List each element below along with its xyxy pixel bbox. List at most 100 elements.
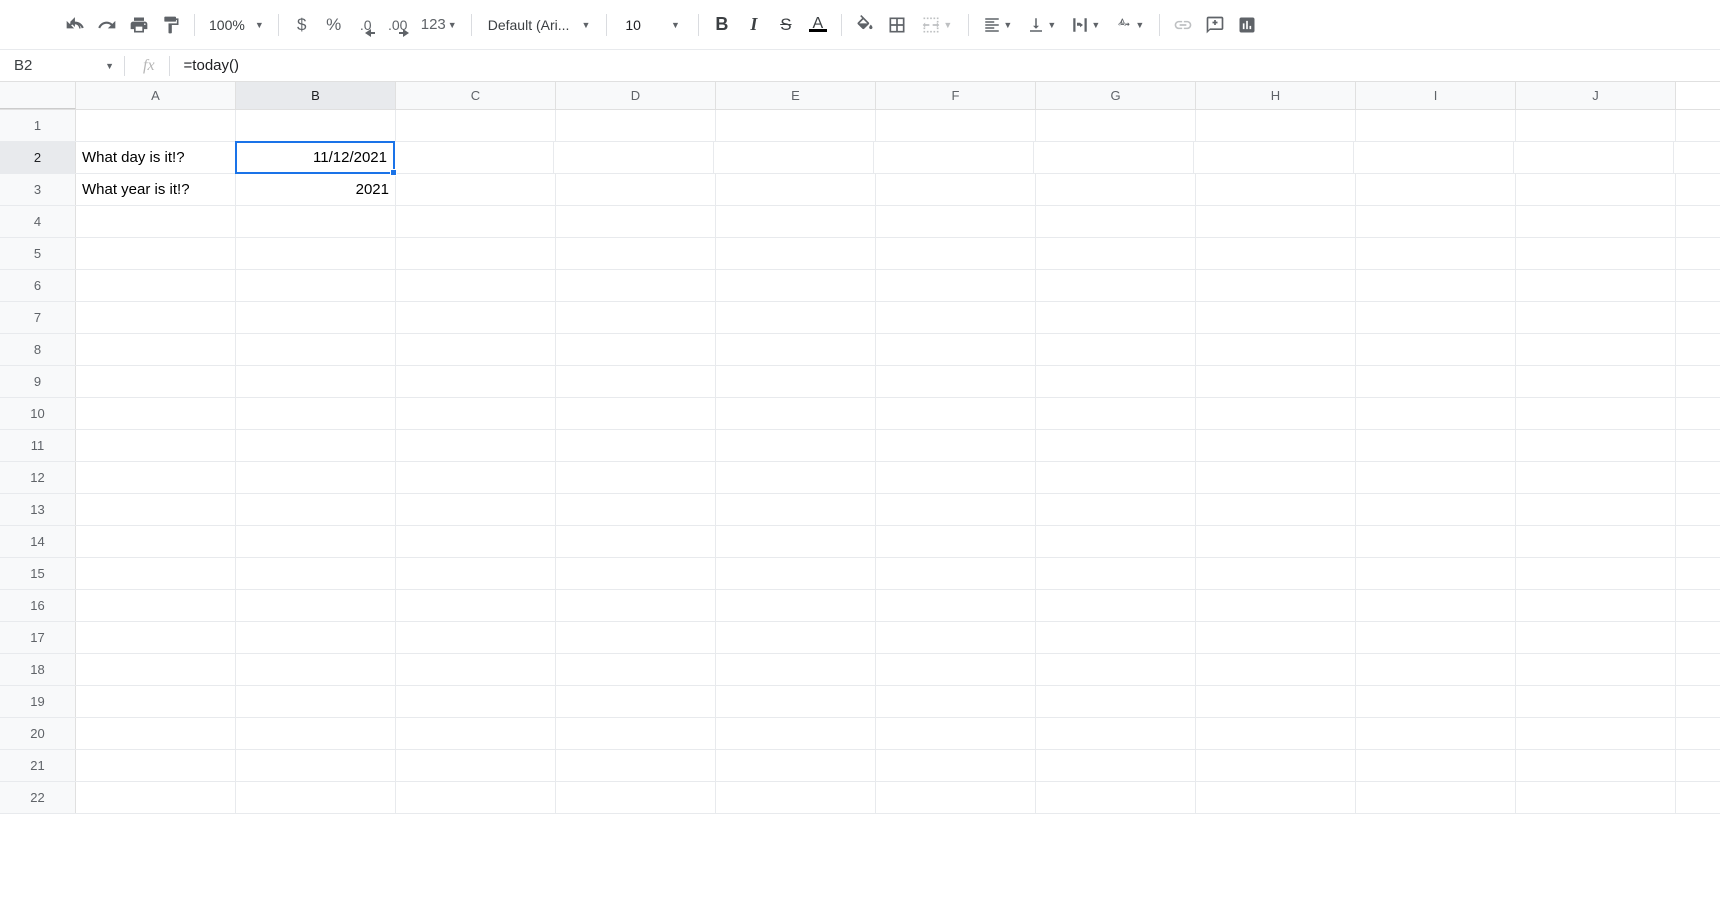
- cell-J5[interactable]: [1516, 238, 1676, 269]
- column-header-C[interactable]: C: [396, 82, 556, 109]
- cell-B2[interactable]: 11/12/2021: [235, 141, 395, 174]
- cell-I14[interactable]: [1356, 526, 1516, 557]
- cell-C16[interactable]: [396, 590, 556, 621]
- cell-B7[interactable]: [236, 302, 396, 333]
- cell-G19[interactable]: [1036, 686, 1196, 717]
- cell-F10[interactable]: [876, 398, 1036, 429]
- cell-A12[interactable]: [76, 462, 236, 493]
- cell-G10[interactable]: [1036, 398, 1196, 429]
- cell-G15[interactable]: [1036, 558, 1196, 589]
- cell-E20[interactable]: [716, 718, 876, 749]
- cell-E3[interactable]: [716, 174, 876, 205]
- cell-G2[interactable]: [1034, 142, 1194, 173]
- cell-D13[interactable]: [556, 494, 716, 525]
- cell-J4[interactable]: [1516, 206, 1676, 237]
- cell-E21[interactable]: [716, 750, 876, 781]
- cell-J15[interactable]: [1516, 558, 1676, 589]
- cell-C3[interactable]: [396, 174, 556, 205]
- cell-J2[interactable]: [1514, 142, 1674, 173]
- cell-G20[interactable]: [1036, 718, 1196, 749]
- cell-B3[interactable]: 2021: [236, 174, 396, 205]
- cell-J12[interactable]: [1516, 462, 1676, 493]
- cell-F13[interactable]: [876, 494, 1036, 525]
- cell-E4[interactable]: [716, 206, 876, 237]
- row-header-15[interactable]: 15: [0, 558, 76, 589]
- cell-I1[interactable]: [1356, 110, 1516, 141]
- cell-A10[interactable]: [76, 398, 236, 429]
- cell-A16[interactable]: [76, 590, 236, 621]
- decrease-decimal-button[interactable]: .0: [351, 10, 381, 40]
- cell-E12[interactable]: [716, 462, 876, 493]
- cell-D22[interactable]: [556, 782, 716, 813]
- row-header-9[interactable]: 9: [0, 366, 76, 397]
- cell-G18[interactable]: [1036, 654, 1196, 685]
- cell-H5[interactable]: [1196, 238, 1356, 269]
- cell-D11[interactable]: [556, 430, 716, 461]
- cell-H7[interactable]: [1196, 302, 1356, 333]
- insert-chart-button[interactable]: [1232, 10, 1262, 40]
- cell-B10[interactable]: [236, 398, 396, 429]
- cell-I17[interactable]: [1356, 622, 1516, 653]
- row-header-2[interactable]: 2: [0, 142, 76, 173]
- cell-C1[interactable]: [396, 110, 556, 141]
- cell-B1[interactable]: [236, 110, 396, 141]
- cell-G21[interactable]: [1036, 750, 1196, 781]
- column-header-I[interactable]: I: [1356, 82, 1516, 109]
- cell-J11[interactable]: [1516, 430, 1676, 461]
- cell-D3[interactable]: [556, 174, 716, 205]
- cell-G3[interactable]: [1036, 174, 1196, 205]
- cell-I10[interactable]: [1356, 398, 1516, 429]
- cell-E13[interactable]: [716, 494, 876, 525]
- more-formats-button[interactable]: 123 ▼: [415, 10, 463, 40]
- column-header-D[interactable]: D: [556, 82, 716, 109]
- cell-E17[interactable]: [716, 622, 876, 653]
- cell-G4[interactable]: [1036, 206, 1196, 237]
- row-header-14[interactable]: 14: [0, 526, 76, 557]
- row-header-5[interactable]: 5: [0, 238, 76, 269]
- cell-C6[interactable]: [396, 270, 556, 301]
- cell-H2[interactable]: [1194, 142, 1354, 173]
- cell-F21[interactable]: [876, 750, 1036, 781]
- row-header-10[interactable]: 10: [0, 398, 76, 429]
- cell-C9[interactable]: [396, 366, 556, 397]
- row-header-16[interactable]: 16: [0, 590, 76, 621]
- cell-A4[interactable]: [76, 206, 236, 237]
- cell-E10[interactable]: [716, 398, 876, 429]
- cell-F14[interactable]: [876, 526, 1036, 557]
- cell-C19[interactable]: [396, 686, 556, 717]
- row-header-12[interactable]: 12: [0, 462, 76, 493]
- cell-B21[interactable]: [236, 750, 396, 781]
- vertical-align-button[interactable]: ▼: [1021, 10, 1063, 40]
- cell-D12[interactable]: [556, 462, 716, 493]
- cell-G1[interactable]: [1036, 110, 1196, 141]
- cell-E15[interactable]: [716, 558, 876, 589]
- cell-D14[interactable]: [556, 526, 716, 557]
- cell-C13[interactable]: [396, 494, 556, 525]
- cell-B16[interactable]: [236, 590, 396, 621]
- borders-button[interactable]: [882, 10, 912, 40]
- cell-E9[interactable]: [716, 366, 876, 397]
- cell-I5[interactable]: [1356, 238, 1516, 269]
- cell-I11[interactable]: [1356, 430, 1516, 461]
- cell-E22[interactable]: [716, 782, 876, 813]
- cell-B6[interactable]: [236, 270, 396, 301]
- cell-I2[interactable]: [1354, 142, 1514, 173]
- cell-H3[interactable]: [1196, 174, 1356, 205]
- cell-A1[interactable]: [76, 110, 236, 141]
- cell-B15[interactable]: [236, 558, 396, 589]
- cell-J16[interactable]: [1516, 590, 1676, 621]
- cell-G17[interactable]: [1036, 622, 1196, 653]
- cell-I7[interactable]: [1356, 302, 1516, 333]
- cell-D19[interactable]: [556, 686, 716, 717]
- cell-I20[interactable]: [1356, 718, 1516, 749]
- cell-B8[interactable]: [236, 334, 396, 365]
- cell-J8[interactable]: [1516, 334, 1676, 365]
- cell-D20[interactable]: [556, 718, 716, 749]
- cell-F7[interactable]: [876, 302, 1036, 333]
- cell-E7[interactable]: [716, 302, 876, 333]
- cell-J6[interactable]: [1516, 270, 1676, 301]
- cell-H20[interactable]: [1196, 718, 1356, 749]
- cell-C5[interactable]: [396, 238, 556, 269]
- cell-H13[interactable]: [1196, 494, 1356, 525]
- currency-button[interactable]: $: [287, 10, 317, 40]
